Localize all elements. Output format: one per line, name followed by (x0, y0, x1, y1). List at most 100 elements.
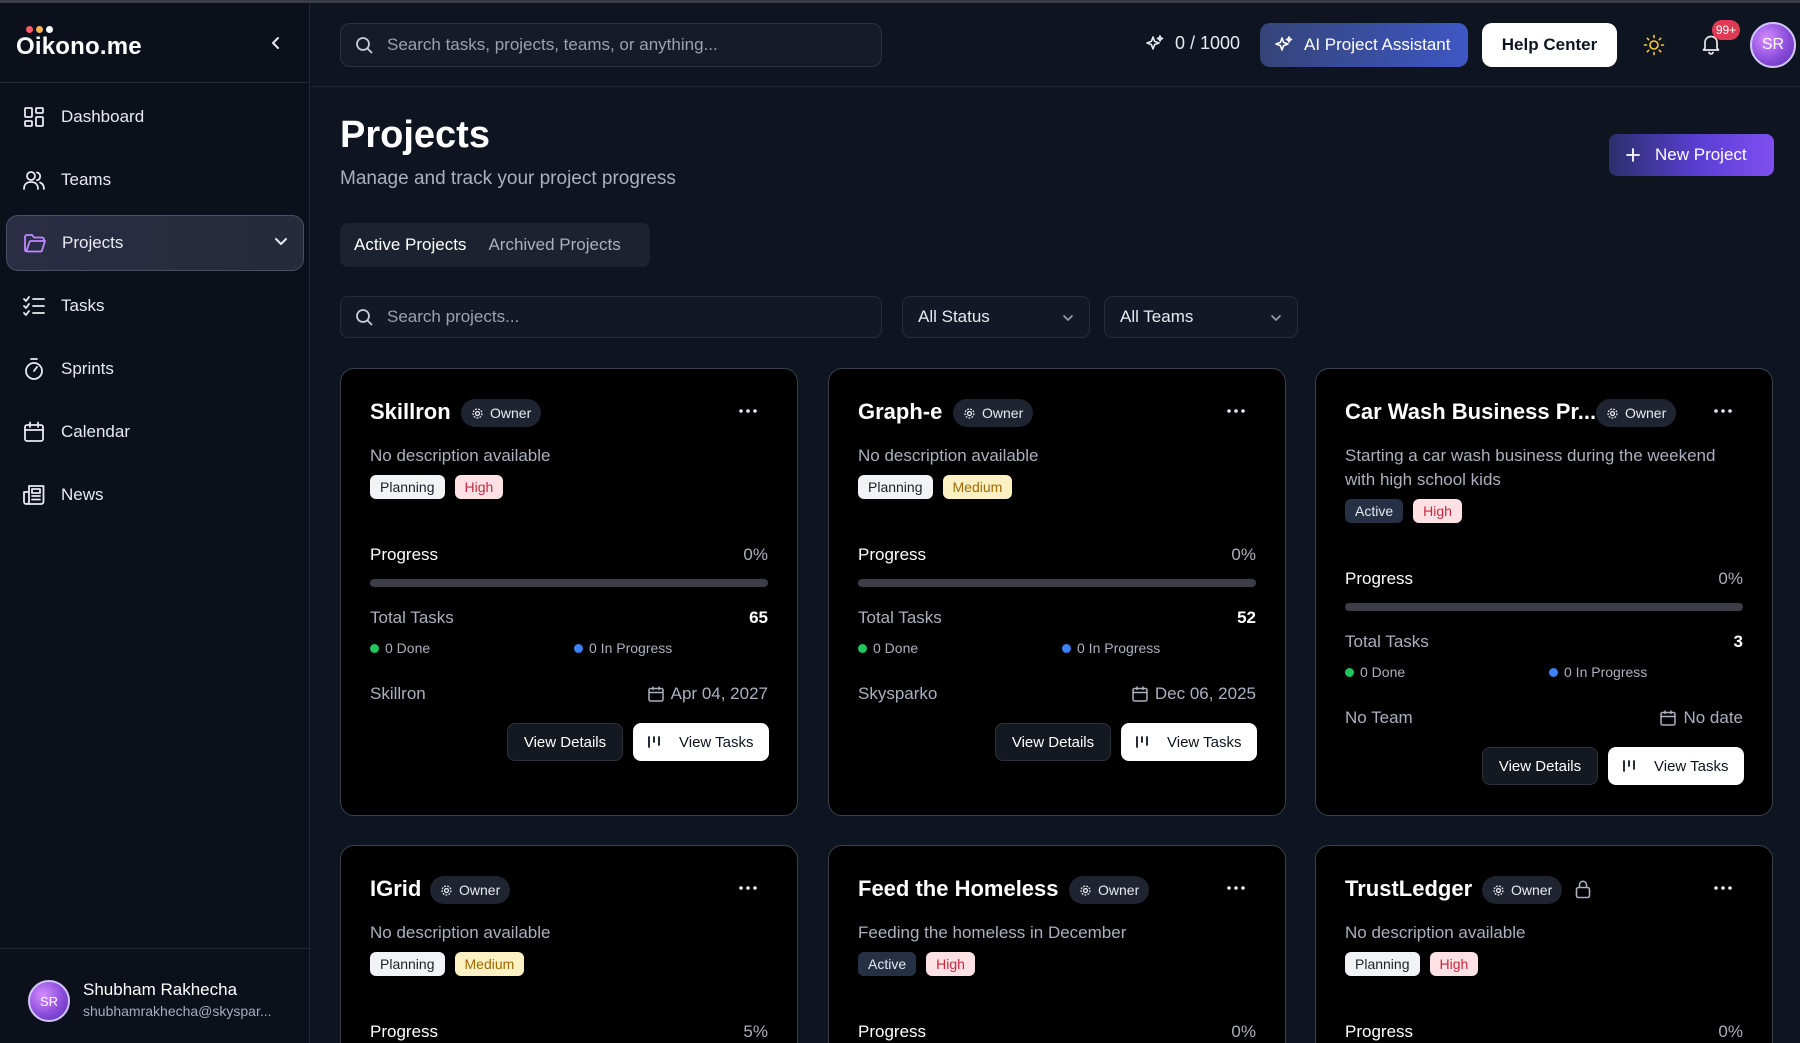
sidebar-user-profile[interactable]: SR Shubham Rakhecha shubhamrakhecha@skys… (28, 978, 298, 1024)
status-filter-select[interactable]: All Status (902, 296, 1090, 338)
progress-label: Progress (1345, 569, 1414, 588)
sidebar-item-calendar[interactable]: Calendar (6, 404, 304, 460)
view-tasks-button[interactable]: View Tasks (633, 723, 769, 761)
view-tasks-button[interactable]: View Tasks (1121, 723, 1257, 761)
in-progress-dot-icon (1062, 643, 1071, 653)
project-search[interactable] (340, 296, 882, 338)
sidebar-divider (0, 82, 310, 83)
new-project-button[interactable]: New Project (1609, 134, 1774, 176)
page-title: Projects (340, 114, 490, 156)
status-badge: Planning (370, 475, 445, 499)
more-options-icon[interactable] (1227, 886, 1245, 890)
team-filter-select[interactable]: All Teams (1104, 296, 1298, 338)
priority-badge: High (1413, 499, 1462, 523)
project-card[interactable]: Skillron Owner No description available … (340, 368, 798, 816)
kanban-icon (648, 736, 660, 748)
more-options-icon[interactable] (1714, 409, 1732, 413)
project-description: No description available (370, 446, 551, 465)
newspaper-icon (21, 482, 47, 508)
done-dot-icon (1345, 667, 1354, 677)
user-avatar-button[interactable]: SR (1750, 22, 1796, 68)
view-details-button[interactable]: View Details (995, 723, 1111, 761)
progress-value: 0% (743, 545, 768, 564)
sidebar-item-label: Calendar (61, 422, 130, 441)
progress-value: 0% (1231, 545, 1256, 564)
done-dot-icon (858, 643, 867, 653)
brand-name: Oikono.me (16, 33, 142, 60)
ai-credits: 0 / 1000 (1145, 33, 1240, 54)
sidebar-item-sprints[interactable]: Sprints (6, 341, 304, 397)
sidebar-item-label: Teams (61, 170, 112, 189)
total-tasks-label: Total Tasks (370, 608, 454, 627)
new-project-label: New Project (1655, 145, 1747, 164)
plus-icon (1626, 148, 1640, 162)
collapse-sidebar-button[interactable] (262, 29, 290, 57)
view-details-button[interactable]: View Details (1482, 747, 1598, 785)
search-icon (356, 309, 373, 326)
ai-assistant-button[interactable]: AI Project Assistant (1260, 23, 1468, 67)
project-card[interactable]: IGrid Owner No description available Pla… (340, 845, 798, 1043)
users-icon (21, 167, 47, 193)
team-name: Skillron (370, 684, 426, 703)
owner-label: Owner (459, 882, 501, 898)
project-tags: Planning High (1345, 952, 1488, 976)
project-name: Skillron (370, 399, 451, 424)
calendar-icon (1660, 710, 1677, 726)
done-count: 0 Done (370, 640, 430, 656)
project-search-input[interactable] (387, 307, 857, 327)
project-card[interactable]: TrustLedger Owner No description availab… (1315, 845, 1773, 1043)
sidebar-user-divider (0, 948, 310, 949)
sidebar-item-label: Sprints (61, 359, 114, 378)
owner-badge: Owner (430, 876, 511, 904)
more-options-icon[interactable] (739, 409, 757, 413)
tab-archived-projects[interactable]: Archived Projects (488, 235, 620, 255)
view-details-button[interactable]: View Details (507, 723, 623, 761)
total-tasks-label: Total Tasks (1345, 632, 1429, 651)
priority-badge: High (926, 952, 975, 976)
view-tasks-button[interactable]: View Tasks (1608, 747, 1744, 785)
theme-toggle-button[interactable] (1642, 33, 1666, 57)
ai-assistant-label: AI Project Assistant (1304, 35, 1451, 54)
project-description: No description available (858, 446, 1039, 465)
due-date: No date (1659, 708, 1743, 728)
project-description: Feeding the homeless in December (858, 923, 1127, 942)
help-center-button[interactable]: Help Center (1482, 23, 1617, 67)
team-filter-value: All Teams (1120, 307, 1194, 326)
lock-icon (1575, 880, 1591, 899)
chevron-down-icon (1063, 315, 1073, 322)
progress-label: Progress (858, 1022, 927, 1041)
progress-value: 5% (743, 1022, 768, 1041)
total-tasks-label: Total Tasks (858, 608, 942, 627)
sidebar-item-teams[interactable]: Teams (6, 152, 304, 208)
project-tags: Active High (858, 952, 985, 976)
gear-icon (964, 407, 975, 419)
owner-label: Owner (1511, 882, 1553, 898)
project-card[interactable]: Car Wash Business Pr... Owner Starting a… (1315, 368, 1773, 816)
in-progress-count: 0 In Progress (1549, 664, 1647, 680)
calendar-icon (1132, 686, 1148, 702)
more-options-icon[interactable] (739, 886, 757, 890)
project-card[interactable]: Graph-e Owner No description available P… (828, 368, 1286, 816)
sidebar-item-dashboard[interactable]: Dashboard (6, 89, 304, 145)
sidebar-item-label: Tasks (61, 296, 105, 315)
project-description: No description available (1345, 923, 1526, 942)
sidebar-item-projects[interactable]: Projects (6, 215, 304, 271)
brand-logo[interactable]: Oikono.me (16, 23, 296, 67)
kanban-icon (1623, 760, 1635, 772)
search-icon (356, 37, 373, 54)
global-search[interactable] (340, 23, 882, 67)
owner-badge: Owner (461, 399, 542, 427)
done-count: 0 Done (1345, 664, 1405, 680)
chevron-down-icon[interactable] (273, 233, 289, 249)
tab-active-projects[interactable]: Active Projects (354, 235, 466, 255)
sidebar-item-news[interactable]: News (6, 467, 304, 523)
global-search-input[interactable] (387, 35, 857, 55)
sidebar-item-tasks[interactable]: Tasks (6, 278, 304, 334)
project-card[interactable]: Feed the Homeless Owner Feeding the home… (828, 845, 1286, 1043)
more-options-icon[interactable] (1714, 886, 1732, 890)
project-tags: Active High (1345, 499, 1472, 523)
owner-badge: Owner (953, 399, 1034, 427)
list-check-icon (21, 293, 47, 319)
more-options-icon[interactable] (1227, 409, 1245, 413)
project-tags: Planning Medium (858, 475, 1022, 499)
